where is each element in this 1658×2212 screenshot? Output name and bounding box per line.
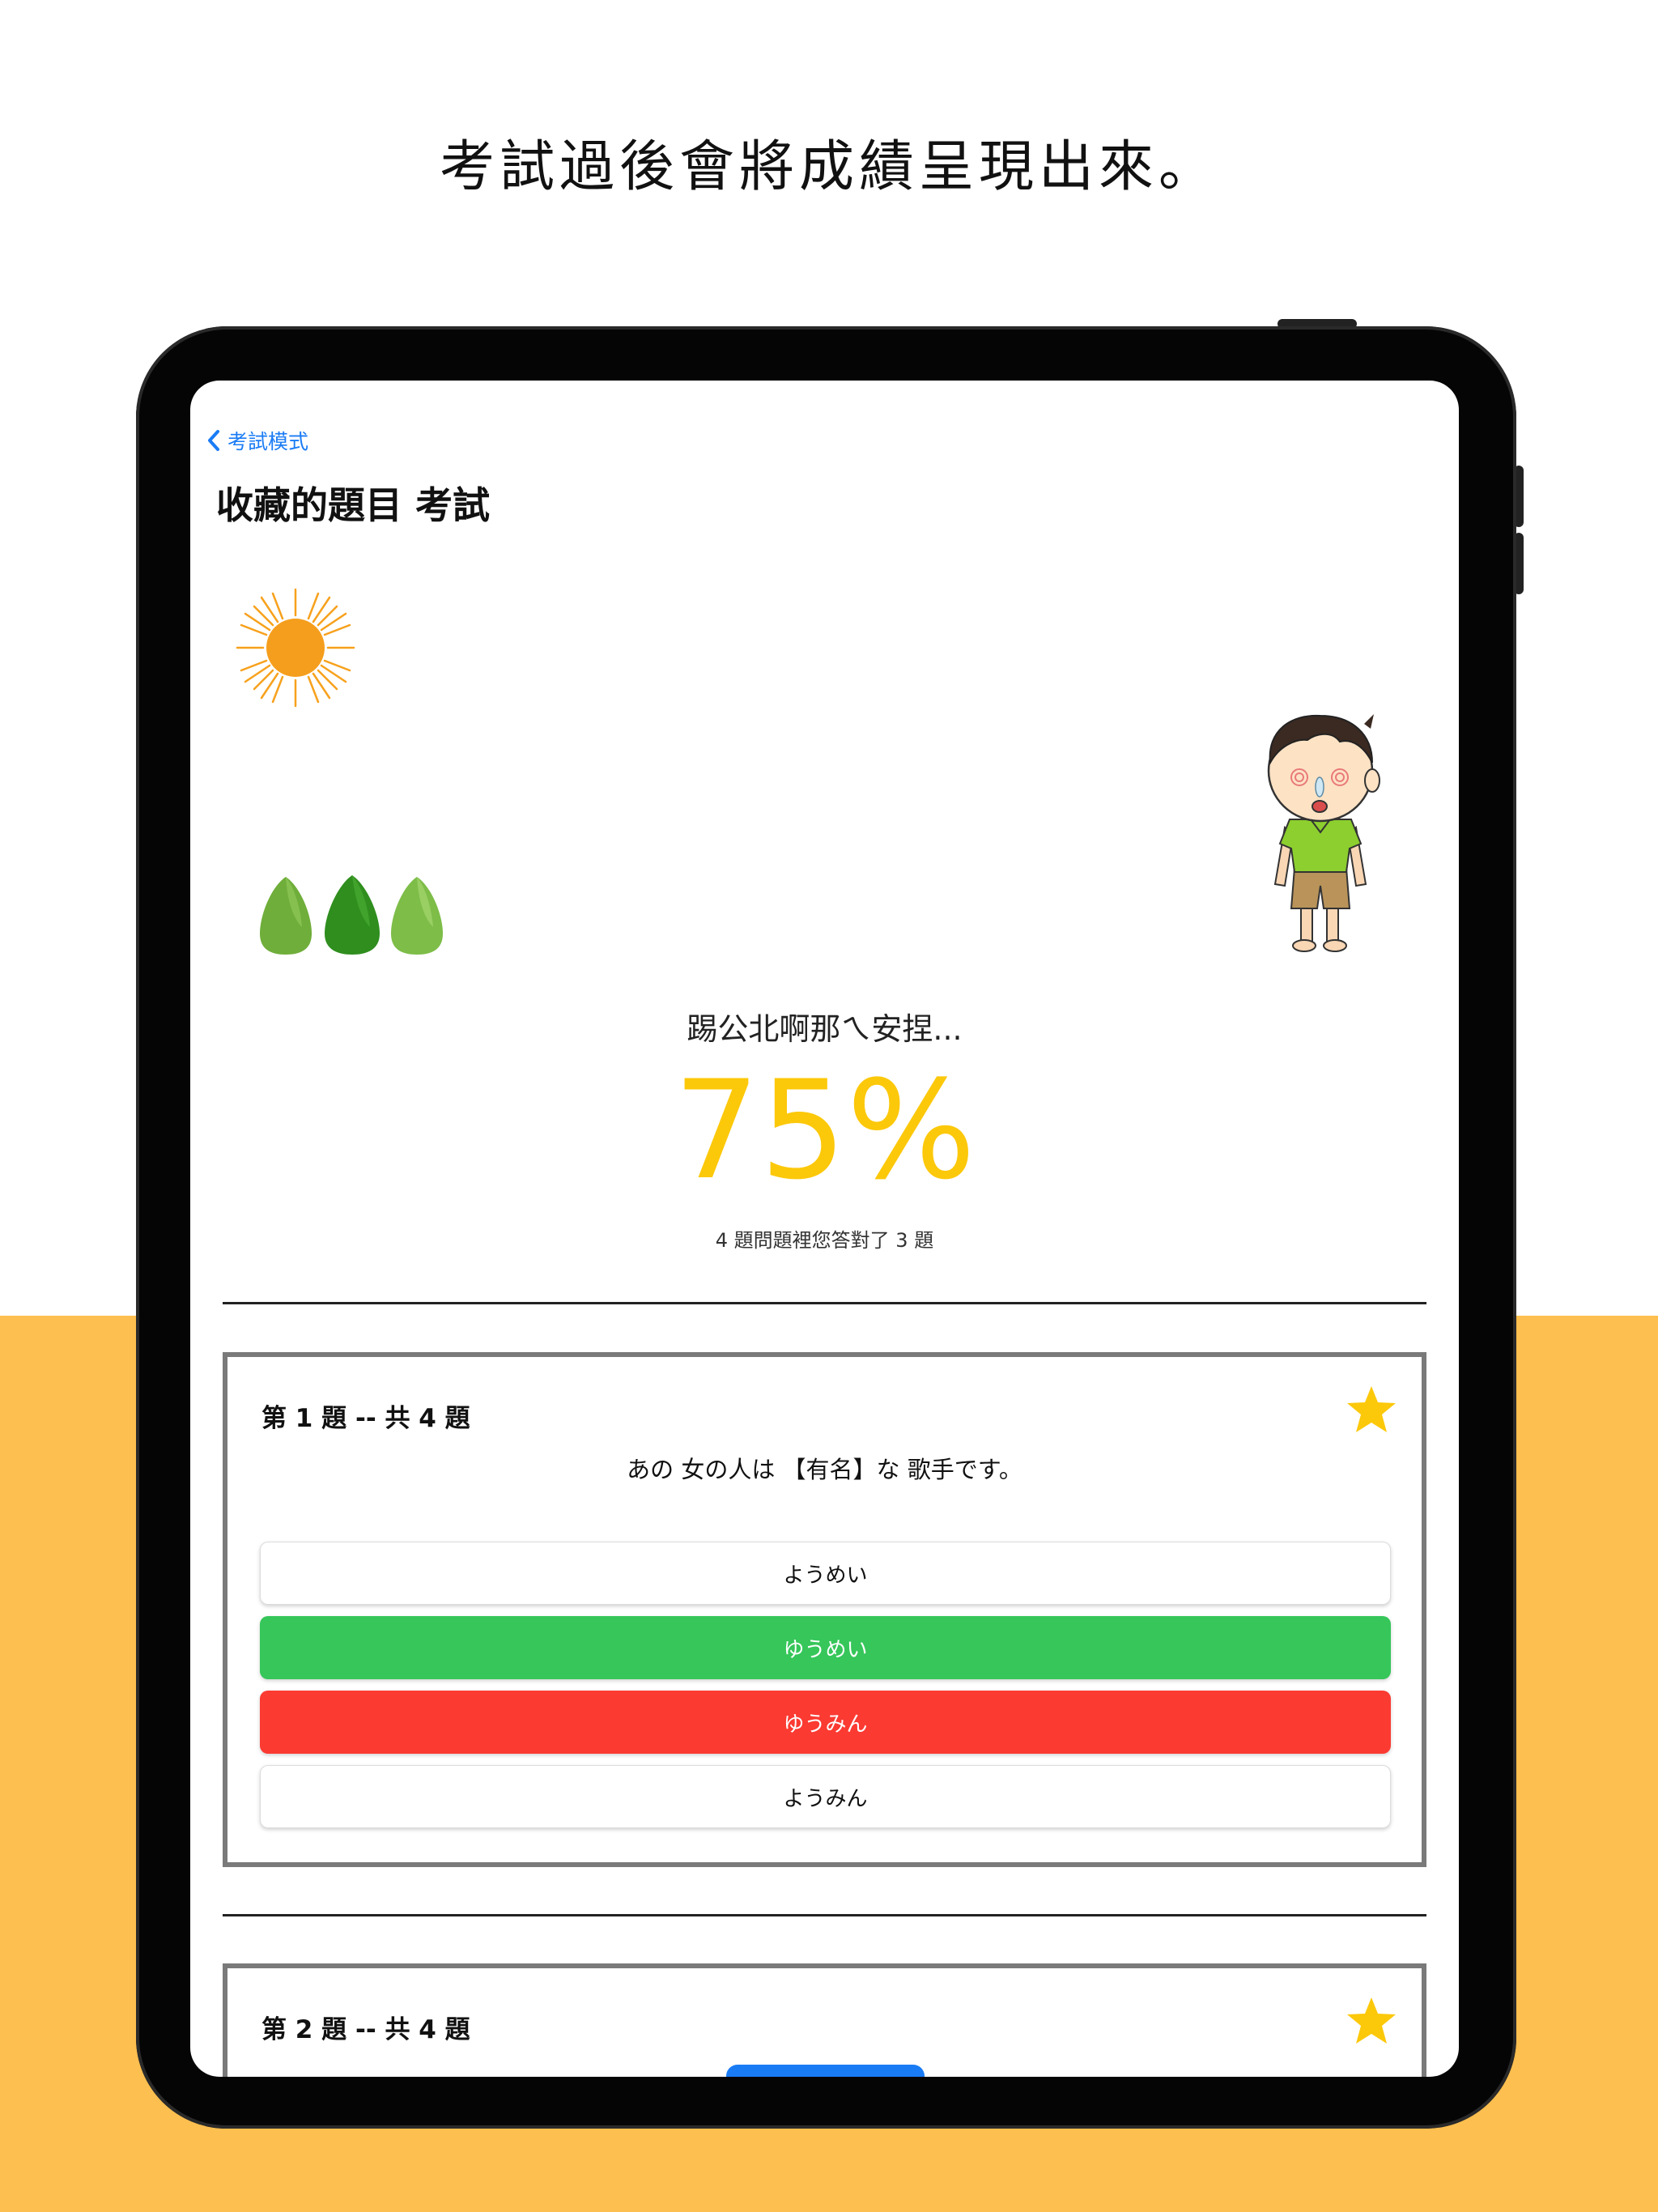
star-icon[interactable] [1346,1385,1397,1435]
tree-icon [260,875,443,955]
score-percent: 75% [673,1051,976,1210]
question-text: あの 女の人は 【有名】な 歌手です。 [627,1456,1022,1483]
page-caption: 考試過後會將成績呈現出來。 [439,135,1218,199]
kid-character-icon [1267,714,1380,952]
option-button-wrong[interactable]: ゆうみん [260,1691,1391,1754]
option-button-correct[interactable]: ゆうめい [260,1616,1391,1679]
back-button-label: 考試模式 [227,430,309,453]
question-card: 第 1 題 -- 共 4 題 あの 女の人は 【有名】な 歌手です。 ようめい … [223,1352,1426,1867]
question-number: 第 2 題 -- 共 4 題 [261,2015,470,2044]
sun-icon [236,588,355,708]
back-button[interactable]: 考試模式 [206,426,308,455]
page-title: 收藏的題目 考試 [216,483,491,527]
option-label: ゆうめい [783,1637,868,1662]
option-label: ゆうみん [783,1712,868,1737]
floating-action-button[interactable] [726,2065,925,2077]
star-icon[interactable] [1346,1996,1397,2046]
result-message: 踢公北啊那ㄟ安捏... [687,1011,963,1047]
option-label: ようみん [783,1786,868,1811]
chevron-left-icon [208,430,219,451]
question-number: 第 1 題 -- 共 4 題 [261,1404,470,1433]
option-button[interactable]: ようめい [260,1542,1391,1605]
divider [223,1914,1426,1916]
option-button[interactable]: ようみん [260,1765,1391,1828]
question-card: 第 2 題 -- 共 4 題 [223,1963,1426,2077]
divider [223,1302,1426,1304]
app-screen: 考試模式 收藏的題目 考試 踢公北啊那ㄟ安捏... 75% 4 題問題裡您答對了… [190,381,1459,2077]
option-label: ようめい [783,1563,868,1588]
score-summary: 4 題問題裡您答對了 3 題 [715,1229,934,1252]
